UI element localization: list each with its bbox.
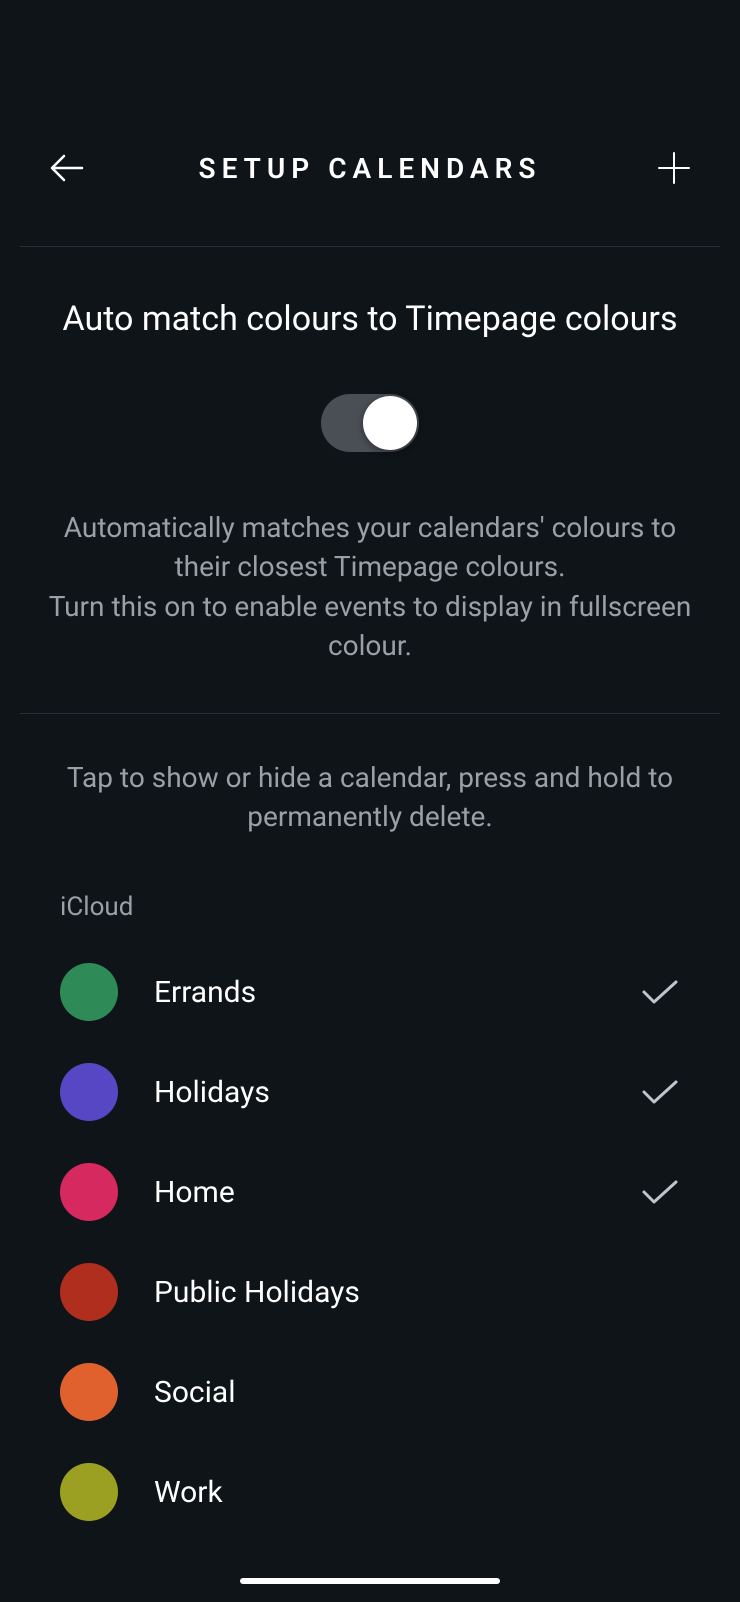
calendar-item-public-holidays[interactable]: Public Holidays [48, 1242, 692, 1342]
check-icon [640, 1178, 680, 1206]
check-icon [640, 978, 680, 1006]
auto-match-title: Auto match colours to Timepage colours [40, 295, 700, 344]
color-dot [60, 1263, 118, 1321]
color-dot [60, 1163, 118, 1221]
page-title: SETUP CALENDARS [199, 152, 542, 185]
back-icon[interactable] [48, 150, 84, 186]
color-dot [60, 1363, 118, 1421]
calendar-name: Social [154, 1375, 680, 1410]
color-dot [60, 963, 118, 1021]
header: SETUP CALENDARS [0, 0, 740, 246]
add-icon[interactable] [656, 150, 692, 186]
calendar-name: Holidays [154, 1075, 640, 1110]
calendar-name: Public Holidays [154, 1275, 680, 1310]
calendar-instruction: Tap to show or hide a calendar, press an… [0, 714, 740, 892]
calendar-group-title: iCloud [0, 892, 740, 942]
calendar-name: Errands [154, 975, 640, 1010]
auto-match-toggle[interactable] [321, 394, 419, 452]
calendar-list: Errands Holidays Home Public Holidays So… [0, 942, 740, 1542]
calendar-name: Work [154, 1475, 680, 1510]
auto-match-description: Automatically matches your calendars' co… [40, 508, 700, 665]
check-icon [640, 1078, 680, 1106]
home-indicator[interactable] [240, 1578, 500, 1584]
calendar-name: Home [154, 1175, 640, 1210]
auto-match-section: Auto match colours to Timepage colours A… [0, 247, 740, 713]
color-dot [60, 1063, 118, 1121]
toggle-knob [363, 396, 417, 450]
calendar-item-holidays[interactable]: Holidays [48, 1042, 692, 1142]
calendar-item-home[interactable]: Home [48, 1142, 692, 1242]
calendar-item-work[interactable]: Work [48, 1442, 692, 1542]
calendar-item-errands[interactable]: Errands [48, 942, 692, 1042]
calendar-item-social[interactable]: Social [48, 1342, 692, 1442]
color-dot [60, 1463, 118, 1521]
